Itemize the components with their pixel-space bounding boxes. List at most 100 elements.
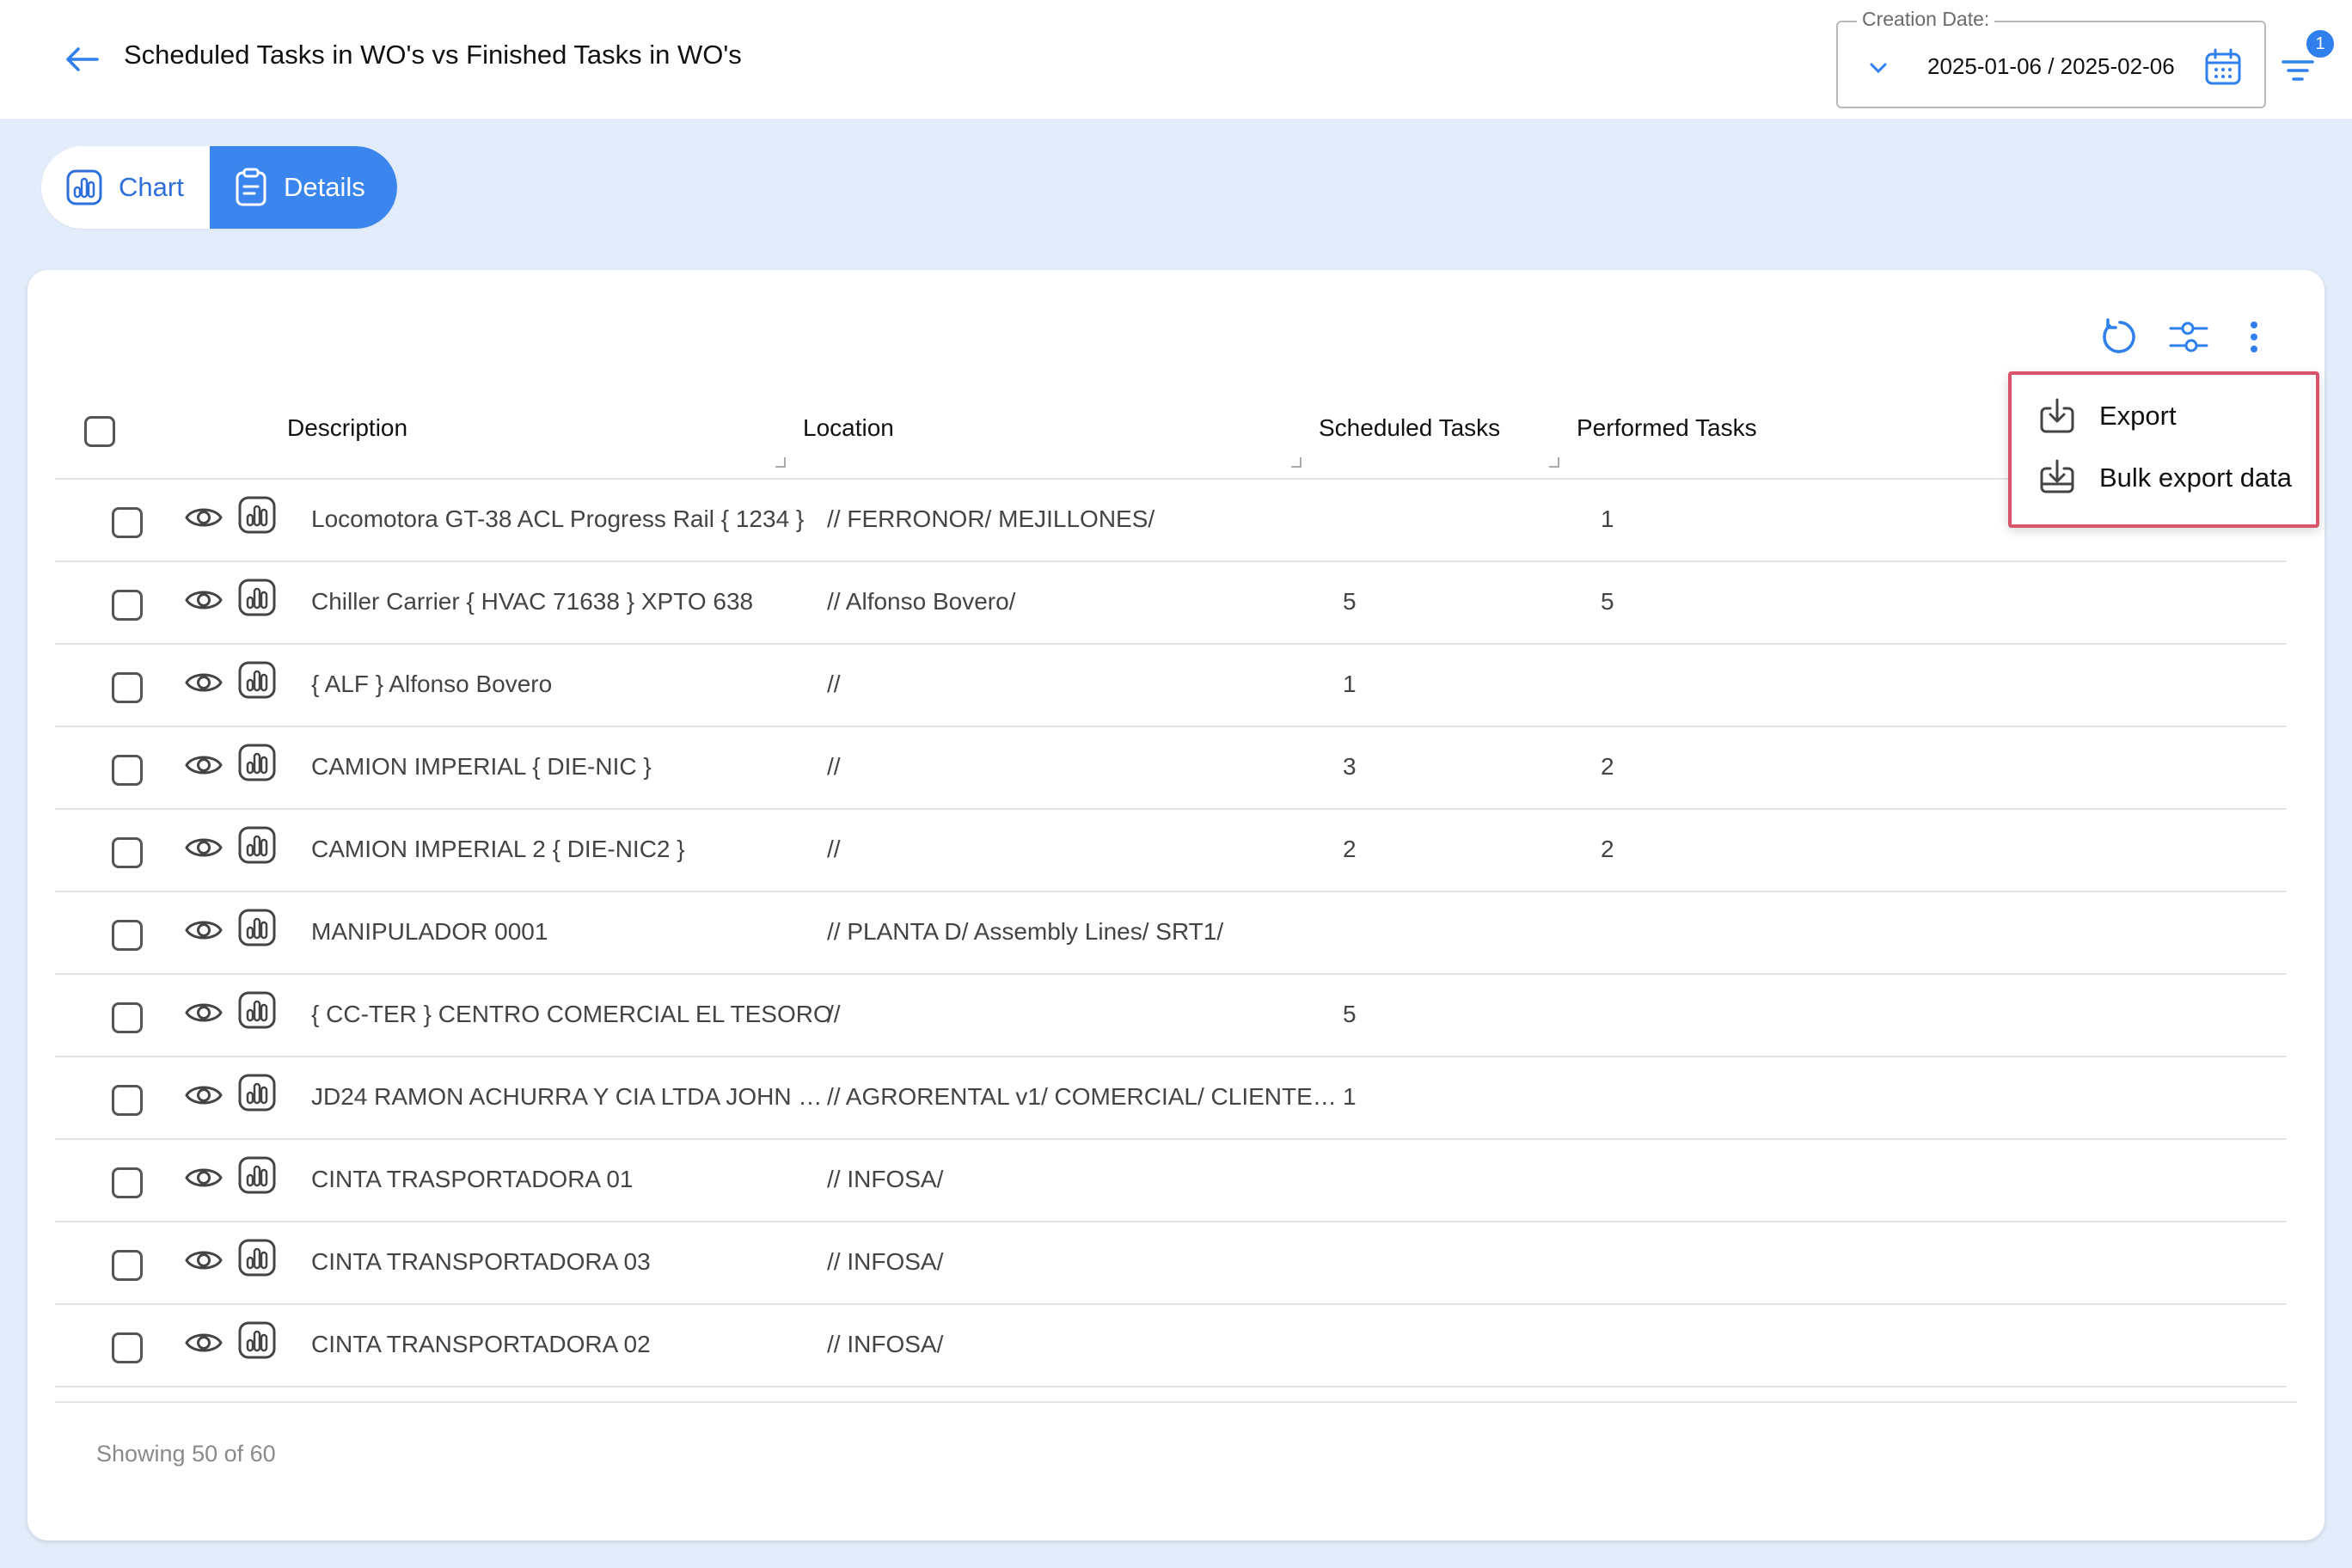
row-checkbox[interactable] (112, 837, 143, 868)
table-row[interactable]: Locomotora GT-38 ACL Progress Rail { 123… (55, 480, 2287, 562)
cell-location: // PLANTA D/ Assembly Lines/ SRT1/ (827, 918, 1224, 945)
cell-scheduled-tasks: 3 (1343, 753, 1357, 780)
table-row[interactable]: CINTA TRANSPORTADORA 03 // INFOSA/ (55, 1222, 2287, 1305)
cell-description: CAMION IMPERIAL 2 { DIE-NIC2 } (311, 836, 685, 862)
row-checkbox[interactable] (112, 672, 143, 703)
bar-chart-icon[interactable] (237, 660, 277, 700)
cell-performed-tasks: 2 (1601, 836, 1614, 862)
tab-chart[interactable]: Chart (41, 146, 210, 229)
row-checkbox[interactable] (112, 920, 143, 951)
eye-icon[interactable] (184, 500, 224, 535)
bar-chart-icon[interactable] (237, 1320, 277, 1360)
table-row[interactable]: CINTA TRANSPORTADORA 02 // INFOSA/ (55, 1305, 2287, 1387)
cell-location: // (827, 836, 841, 862)
column-header-location[interactable]: Location (803, 414, 894, 442)
row-checkbox[interactable] (112, 1332, 143, 1363)
back-arrow-icon[interactable] (58, 36, 105, 83)
table-row[interactable]: { CC-TER } CENTRO COMERCIAL EL TESORO// 5 (55, 975, 2287, 1057)
row-checkbox[interactable] (112, 755, 143, 786)
cell-scheduled-tasks: 1 (1343, 1083, 1357, 1110)
eye-icon[interactable] (184, 913, 224, 947)
table-row[interactable]: CINTA TRASPORTADORA 01 // INFOSA/ (55, 1140, 2287, 1222)
bar-chart-icon (66, 169, 102, 205)
cell-description: CINTA TRANSPORTADORA 03 (311, 1248, 651, 1275)
bar-chart-icon[interactable] (237, 1238, 277, 1277)
menu-item-bulk-export-label: Bulk export data (2099, 462, 2293, 493)
bar-chart-icon[interactable] (237, 990, 277, 1030)
eye-icon[interactable] (184, 1161, 224, 1195)
refresh-icon[interactable] (2096, 313, 2144, 361)
cell-description: Locomotora GT-38 ACL Progress Rail { 123… (311, 505, 805, 532)
export-menu: Export Bulk export data (2008, 371, 2319, 528)
bar-chart-icon[interactable] (237, 578, 277, 617)
cell-description: { CC-TER } CENTRO COMERCIAL EL TESORO (311, 1001, 832, 1027)
creation-date-value: 2025-01-06 / 2025-02-06 (1927, 53, 2175, 79)
cell-scheduled-tasks: 1 (1343, 671, 1357, 697)
cell-description: MANIPULADOR 0001 (311, 918, 548, 945)
cell-description: JD24 RAMON ACHURRA Y CIA LTDA JOHN … (311, 1083, 823, 1110)
eye-icon[interactable] (184, 1326, 224, 1360)
cell-description: CAMION IMPERIAL { DIE-NIC } (311, 753, 652, 780)
row-checkbox[interactable] (112, 1250, 143, 1281)
column-header-scheduled-tasks[interactable]: Scheduled Tasks (1319, 414, 1500, 442)
cell-description: CINTA TRANSPORTADORA 02 (311, 1331, 651, 1357)
tab-chart-label: Chart (119, 172, 184, 202)
creation-date-field[interactable]: Creation Date: 2025-01-06 / 2025-02-06 (1836, 8, 2266, 108)
cell-description: CINTA TRASPORTADORA 01 (311, 1166, 634, 1192)
eye-icon[interactable] (184, 665, 224, 700)
eye-icon[interactable] (184, 748, 224, 782)
clipboard-icon (236, 168, 266, 206)
menu-item-bulk-export-data[interactable]: Bulk export data (2012, 447, 2316, 509)
bar-chart-icon[interactable] (237, 908, 277, 947)
cell-performed-tasks: 5 (1601, 588, 1614, 615)
view-tabs: Chart Details (41, 146, 397, 229)
cell-location: // (827, 1001, 841, 1027)
menu-item-export[interactable]: Export (2012, 385, 2316, 447)
eye-icon[interactable] (184, 583, 224, 617)
column-resize-handle[interactable] (775, 457, 786, 468)
column-resize-handle[interactable] (1549, 457, 1559, 468)
row-checkbox[interactable] (112, 507, 143, 538)
select-all-checkbox[interactable] (84, 416, 115, 447)
details-card: Description Location Scheduled Tasks Per… (28, 270, 2324, 1540)
cell-location: // Alfonso Bovero/ (827, 588, 1016, 615)
eye-icon[interactable] (184, 1243, 224, 1277)
eye-icon[interactable] (184, 995, 224, 1030)
eye-icon[interactable] (184, 830, 224, 865)
bar-chart-icon[interactable] (237, 1073, 277, 1112)
table-row[interactable]: Chiller Carrier { HVAC 71638 } XPTO 638 /… (55, 562, 2287, 645)
table-row[interactable]: JD24 RAMON ACHURRA Y CIA LTDA JOHN …// A… (55, 1057, 2287, 1140)
table-row[interactable]: CAMION IMPERIAL { DIE-NIC } // 3 2 (55, 727, 2287, 810)
cell-performed-tasks: 1 (1601, 505, 1614, 532)
eye-icon[interactable] (184, 1078, 224, 1112)
bar-chart-icon[interactable] (237, 1155, 277, 1195)
row-checkbox[interactable] (112, 590, 143, 621)
footer-divider (55, 1401, 2297, 1403)
cell-location: // INFOSA/ (827, 1331, 944, 1357)
column-resize-handle[interactable] (1291, 457, 1302, 468)
table-row[interactable]: { ALF } Alfonso Bovero // 1 (55, 645, 2287, 727)
calendar-icon[interactable] (2202, 46, 2244, 88)
chevron-down-icon[interactable] (1864, 53, 1893, 83)
row-checkbox[interactable] (112, 1167, 143, 1198)
menu-item-export-label: Export (2099, 401, 2177, 431)
tab-details[interactable]: Details (210, 146, 397, 229)
bar-chart-icon[interactable] (237, 825, 277, 865)
bar-chart-icon[interactable] (237, 495, 277, 535)
column-settings-icon[interactable] (2165, 313, 2213, 361)
page-title: Scheduled Tasks in WO's vs Finished Task… (124, 40, 742, 70)
column-header-performed-tasks[interactable]: Performed Tasks (1577, 414, 1757, 442)
more-options-icon[interactable] (2230, 313, 2278, 361)
row-checkbox[interactable] (112, 1085, 143, 1116)
cell-performed-tasks: 2 (1601, 753, 1614, 780)
bar-chart-icon[interactable] (237, 743, 277, 782)
table-row[interactable]: MANIPULADOR 0001 // PLANTA D/ Assembly Li… (55, 892, 2287, 975)
table-row[interactable]: CAMION IMPERIAL 2 { DIE-NIC2 } // 2 2 (55, 810, 2287, 892)
cell-location: // (827, 671, 841, 697)
bulk-download-icon (2040, 459, 2074, 493)
cell-description: { ALF } Alfonso Bovero (311, 671, 553, 697)
column-header-description[interactable]: Description (287, 414, 407, 442)
download-icon (2040, 398, 2074, 433)
row-checkbox[interactable] (112, 1002, 143, 1033)
cell-scheduled-tasks: 2 (1343, 836, 1357, 862)
